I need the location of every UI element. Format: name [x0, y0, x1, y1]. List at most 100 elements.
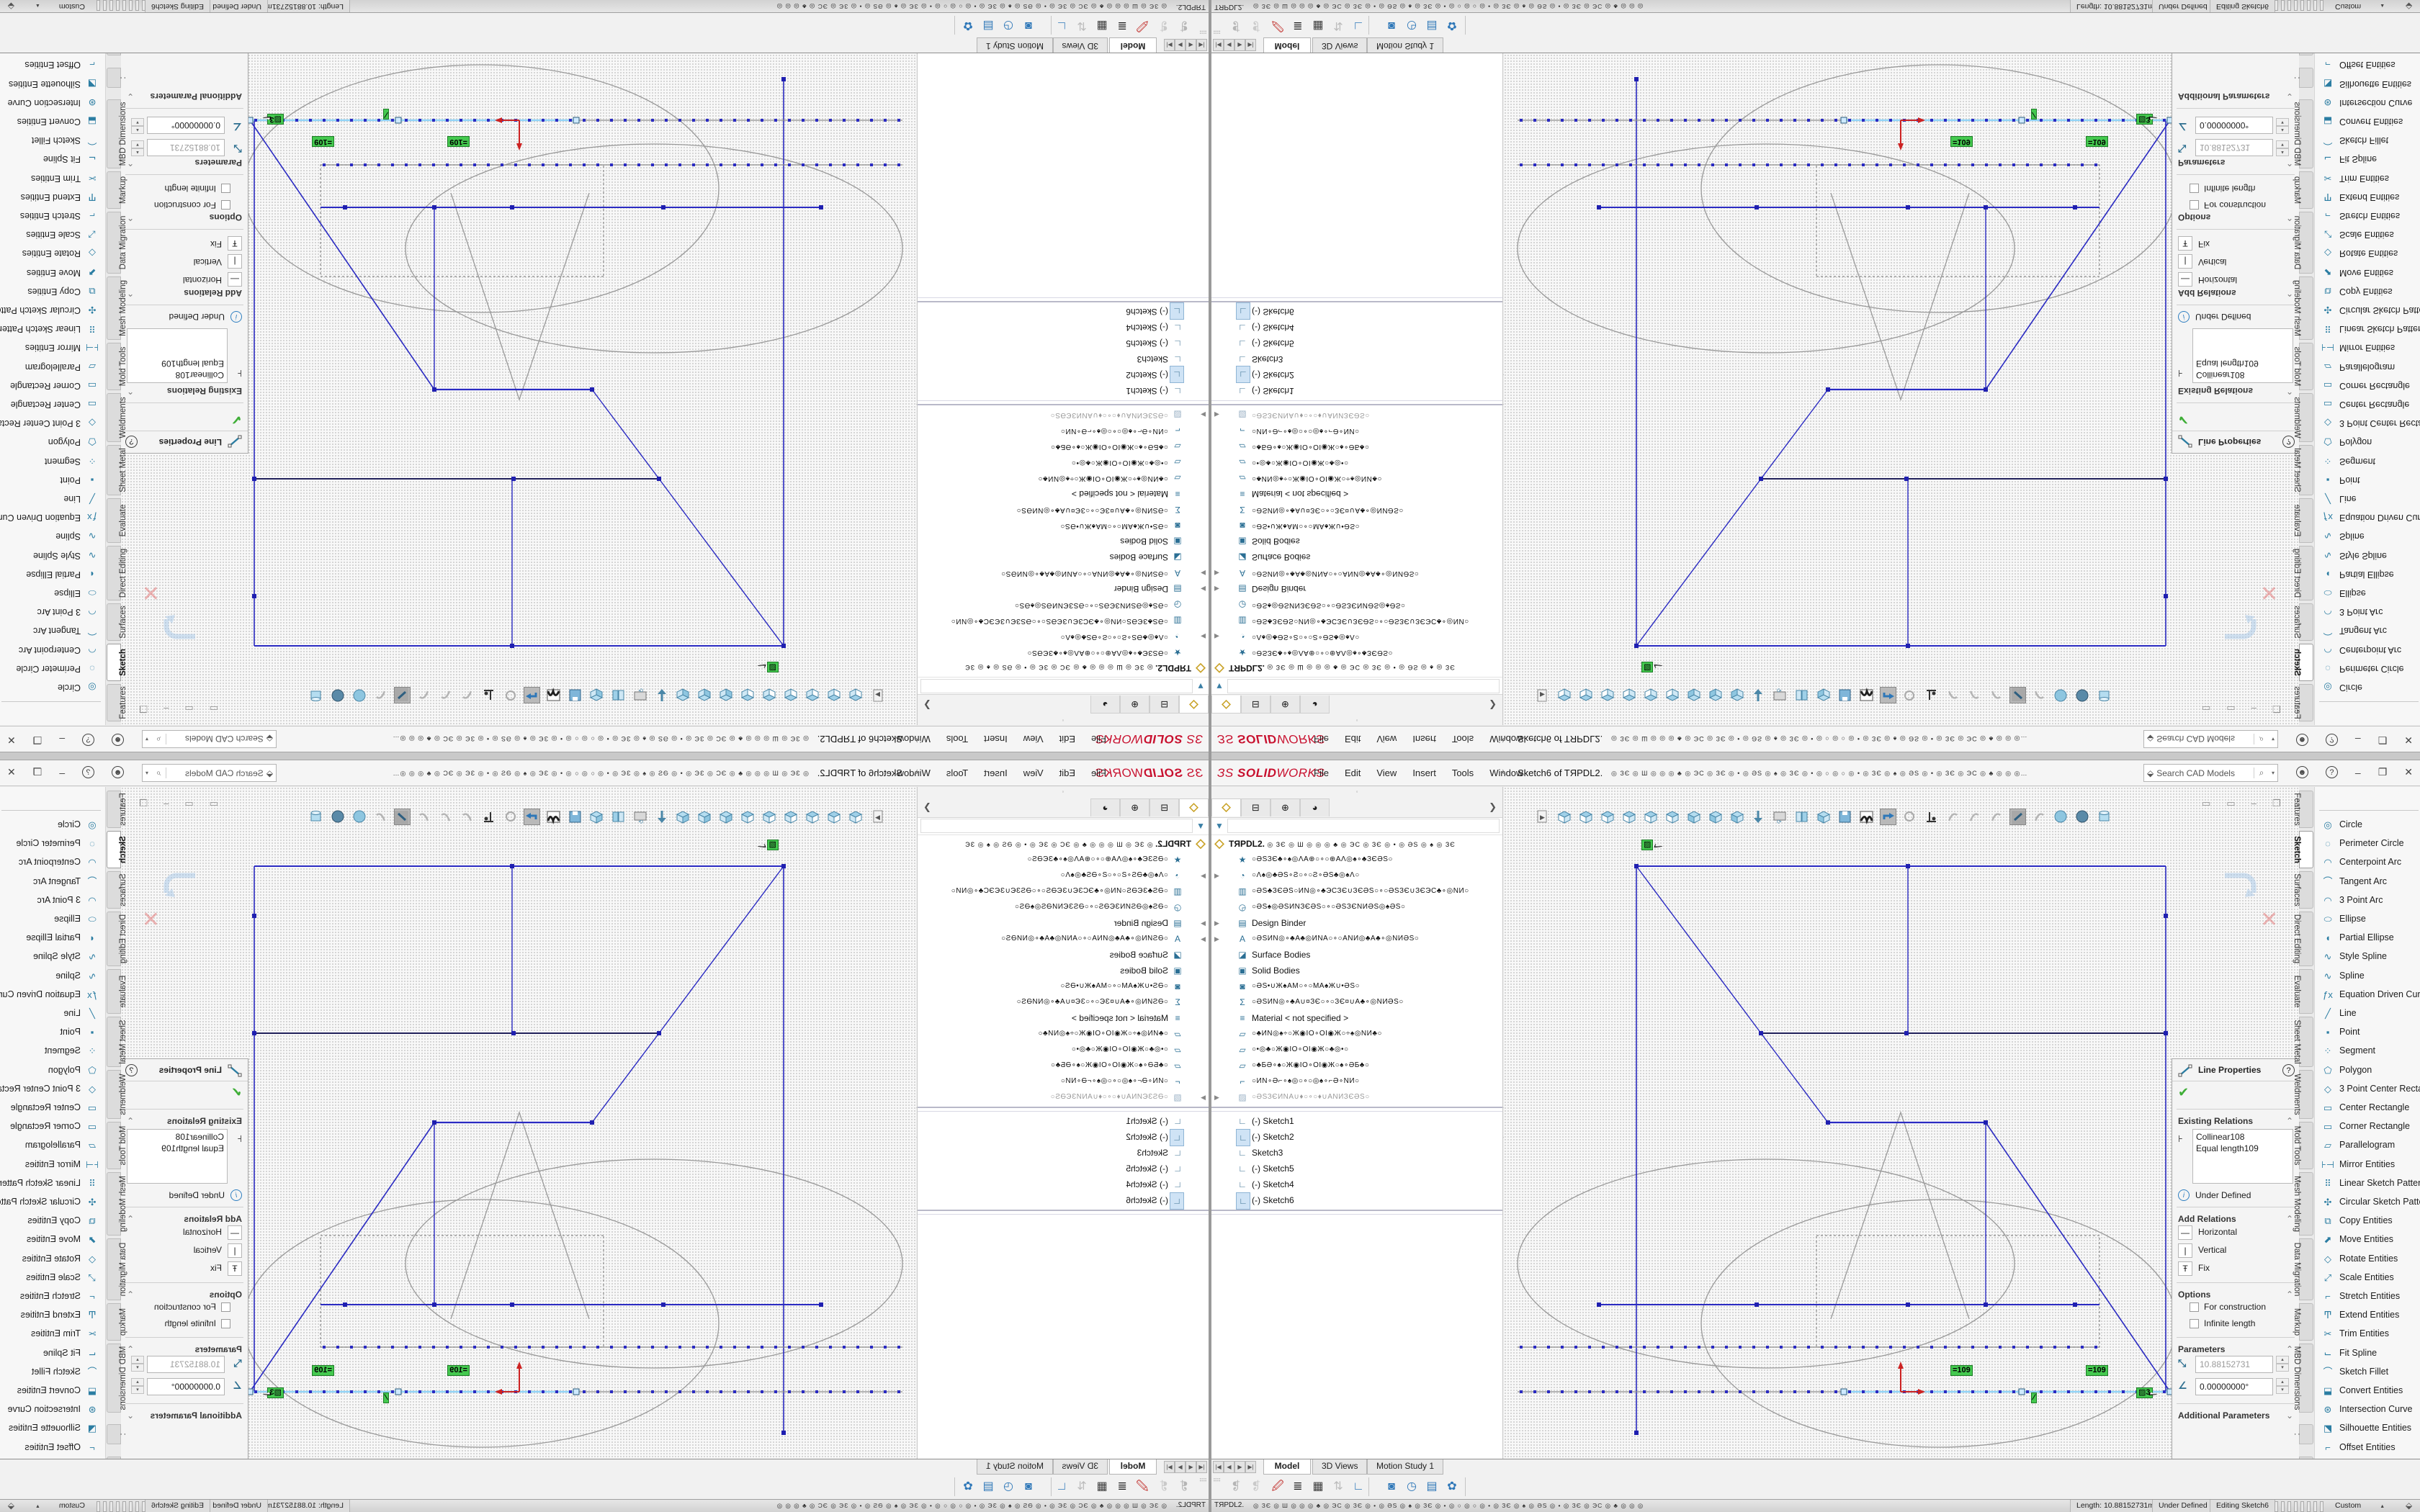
view-toolbar-icon-spheredark[interactable]: [329, 809, 346, 825]
expand-icon[interactable]: ▶: [1198, 868, 1206, 883]
search-input[interactable]: ⬙ Search CAD Models ⌕ ▾: [2143, 730, 2278, 748]
tree-item-sketch[interactable]: ∟(-) Sketch1: [1211, 1113, 1502, 1129]
tool-extend-entities[interactable]: ͲExtend Entities: [2315, 1306, 2420, 1325]
tool-circular-sketch-pattern[interactable]: ✣Circular Sketch Pattern: [2315, 300, 2420, 319]
tree-item[interactable]: ◙○ӘЅ•∪Ж♠АМ○∘○МА♠Ж∪•ӘЅ○: [1211, 518, 1502, 534]
tab-surfaces[interactable]: Surfaces: [107, 603, 121, 641]
tool-scale-entities[interactable]: ⤢Scale Entities: [2315, 225, 2420, 243]
tree-item-sketch[interactable]: ∟(-) Sketch5: [1211, 1161, 1502, 1176]
tool-equation-driven-curve[interactable]: ƒxEquation Driven Curve: [0, 986, 105, 1004]
view-toolbar-icon-perp[interactable]: [480, 687, 497, 703]
view-toolbar-icon-sphere[interactable]: [2053, 809, 2069, 825]
menu-file[interactable]: File: [1314, 734, 1329, 744]
doc-control-0[interactable]: ▭: [210, 703, 218, 714]
view-toolbar-icon-perp[interactable]: [480, 809, 497, 825]
option-for-construction[interactable]: For construction: [2190, 1301, 2299, 1318]
doc-tab-motion-study-1[interactable]: Motion Study 1: [1367, 37, 1443, 53]
tool-convert-entities[interactable]: ⬓Convert Entities: [2315, 1382, 2420, 1400]
tab-nav[interactable]: ▶: [1234, 39, 1245, 51]
bottom-toolbar-icon-4[interactable]: ▦: [1093, 17, 1111, 34]
view-toolbar-icon-zebra[interactable]: [1858, 687, 1875, 703]
relations-list[interactable]: Collinear108Equal length109: [127, 328, 228, 383]
search-input[interactable]: ⬙ Search CAD Models ⌕ ▾: [142, 730, 277, 748]
view-toolbar-icon-graydot[interactable]: [1901, 687, 1918, 703]
view-toolbar-icon-gray[interactable]: [372, 687, 389, 703]
tree-item-sketch[interactable]: ∟(-) Sketch4: [918, 320, 1209, 336]
bottom-toolbar-icon-0[interactable]: ❡: [1175, 1478, 1193, 1495]
bottom-toolbar-icon-7[interactable]: ◙: [1020, 1478, 1037, 1495]
tree-item[interactable]: ▶▨○ӘЅЗЄИNА∪♦○∘○♦∪АNИЗЄӘЅ○: [1211, 1089, 1502, 1105]
expand-icon[interactable]: ▶: [1198, 915, 1206, 931]
doc-control-0[interactable]: ▭: [2202, 798, 2210, 809]
tab-direct-editing[interactable]: Direct Editing: [2299, 546, 2313, 600]
tab--[interactable]: :: [2299, 1424, 2313, 1444]
tree-item[interactable]: ▶A○ӘЅИN◎∘♣А♣◎ИNА○∘○АNИ◎♣А♣∘◎NИӘЅ○: [918, 931, 1209, 947]
tree-item-sketch[interactable]: ∟(-) Sketch4: [1211, 320, 1502, 336]
tab-sketch[interactable]: Sketch: [107, 831, 121, 868]
add-relation-vertical[interactable]: |Vertical: [121, 251, 242, 269]
tab-nav[interactable]: ▶: [1175, 1461, 1186, 1473]
tab-nav[interactable]: ▶|: [1245, 39, 1256, 51]
tree-item[interactable]: Σ○ӘЅИN◎∘♣А∪¤ЗЄ○∘○ЗЄ¤∪А♣∘◎NИӘЅ○: [1211, 994, 1502, 1010]
tab--[interactable]: :: [107, 68, 121, 88]
tool-circle[interactable]: ◎Circle: [2315, 678, 2420, 696]
tab-sheet-metal[interactable]: Sheet Metal: [2299, 1017, 2313, 1067]
length-spinner[interactable]: ▴▾: [131, 1356, 144, 1373]
view-toolbar-icon-cube[interactable]: [588, 809, 605, 825]
length-input[interactable]: 10.88152731: [147, 1356, 225, 1373]
help-icon[interactable]: ?: [2326, 734, 2338, 746]
tool-3-point-arc[interactable]: ◠3 Point Arc: [0, 602, 105, 621]
view-toolbar-icon-cubeo[interactable]: [740, 809, 756, 825]
doc-tab-3d-views[interactable]: 3D Views: [1053, 1459, 1108, 1475]
tree-item[interactable]: ▶◔○Λ♠◎♣ӘЅ∘Ƨ○∘○Ƨ∘ӘЅ♣◎♠Λ○: [918, 629, 1209, 644]
tree-item[interactable]: ★○ӘЅЗЄ♣∘♠◎ΛА⊕○∘○⊕АΛ◎♠∘♣ЗЄӘЅ○: [1211, 644, 1502, 660]
view-toolbar-icon-cyl[interactable]: [2096, 809, 2112, 825]
tool-circle[interactable]: ◎Circle: [2315, 816, 2420, 834]
relation-entry[interactable]: Equal length109: [130, 358, 224, 369]
option-infinite-length[interactable]: Infinite length: [2190, 178, 2299, 194]
tool-equation-driven-curve[interactable]: ƒxEquation Driven Curve: [2315, 508, 2420, 526]
view-toolbar-icon-pressed[interactable]: [1880, 809, 1896, 825]
tool-partial-ellipse[interactable]: ◖Partial Ellipse: [0, 564, 105, 583]
relation-entry[interactable]: Equal length109: [2196, 358, 2290, 369]
tool-extend-entities[interactable]: ͲExtend Entities: [0, 1306, 105, 1325]
doc-tab-model[interactable]: Model: [1109, 1459, 1157, 1475]
tree-item[interactable]: ▱○•◎♣○Ж◉ӀО∘ОӀ◉Ж○♣◎•○: [918, 454, 1209, 470]
tool-extend-entities[interactable]: ͲExtend Entities: [0, 187, 105, 206]
tab-nav[interactable]: |◀: [1213, 1461, 1224, 1473]
tool-tangent-arc[interactable]: ⌒Tangent Arc: [0, 621, 105, 639]
tool-point[interactable]: ▪Point: [0, 1023, 105, 1042]
tree-item[interactable]: ◙○ӘЅ•∪Ж♠АМ○∘○МА♠Ж∪•ӘЅ○: [918, 978, 1209, 994]
tool-intersection-curve[interactable]: ⊛Intersection Curve: [2315, 1400, 2420, 1419]
view-toolbar-icon-cubeo[interactable]: [1642, 687, 1659, 703]
tool-copy-entities[interactable]: ⧉Copy Entities: [0, 1212, 105, 1230]
tree-item[interactable]: ◪Surface Bodies: [918, 947, 1209, 963]
tool-partial-ellipse[interactable]: ◖Partial Ellipse: [2315, 929, 2420, 948]
tab-features[interactable]: Features: [107, 684, 121, 721]
doc-tab-motion-study-1[interactable]: Motion Study 1: [977, 37, 1053, 53]
view-toolbar-icon-arrow[interactable]: [653, 809, 670, 825]
length-input[interactable]: 10.88152731: [147, 139, 225, 156]
view-toolbar-icon-book[interactable]: [1793, 809, 1810, 825]
tool-trim-entities[interactable]: ✂Trim Entities: [2315, 168, 2420, 187]
tree-item-sketch[interactable]: ∟Sketch3: [1211, 351, 1502, 367]
filter-input[interactable]: [1227, 679, 1500, 693]
view-toolbar-icon-gray[interactable]: [2031, 687, 2048, 703]
tree-item[interactable]: ▱○•◎♣○Ж◉ӀО∘ОӀ◉Ж○♣◎•○: [1211, 454, 1502, 470]
user-icon[interactable]: ☻: [112, 734, 124, 746]
add-relation-fix[interactable]: ŦFix: [121, 233, 242, 251]
tab-markup[interactable]: Markup: [2299, 1303, 2313, 1341]
tree-item[interactable]: ▱○♣ИN◎♠÷○Ж◉ӀО∘ОӀ◉Ж○÷♠◎NИ♣○: [918, 470, 1209, 486]
tool-offset-entities[interactable]: ⌐Offset Entities: [0, 55, 105, 73]
bottom-toolbar-icon-1[interactable]: ❡: [1247, 17, 1265, 34]
view-toolbar-icon-cube[interactable]: [675, 809, 691, 825]
confirmation-corner[interactable]: ✕: [162, 870, 200, 909]
tool-offset-entities[interactable]: ⌐Offset Entities: [2315, 55, 2420, 73]
view-toolbar-icon-gray[interactable]: [1988, 809, 2004, 825]
tool-copy-entities[interactable]: ⧉Copy Entities: [2315, 1212, 2420, 1230]
angle-spinner[interactable]: ▴▾: [131, 117, 144, 134]
filter-input[interactable]: [920, 819, 1193, 833]
menu-insert[interactable]: Insert: [984, 768, 1008, 778]
tree-item[interactable]: ◙○ӘЅ•∪Ж♠АМ○∘○МА♠Ж∪•ӘЅ○: [918, 518, 1209, 534]
tool-ellipse[interactable]: ⬭Ellipse: [0, 583, 105, 602]
